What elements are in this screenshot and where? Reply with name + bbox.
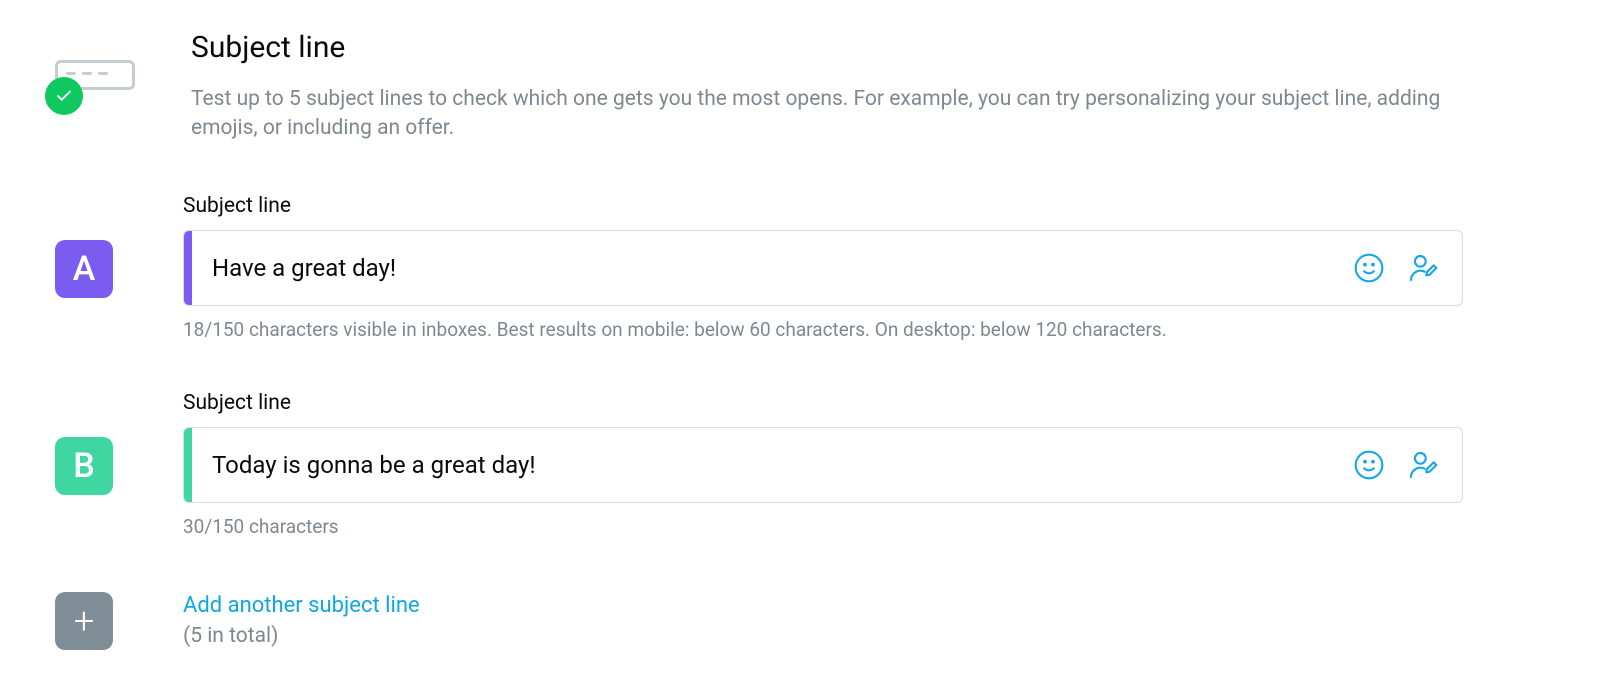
variant-badge-b: B (55, 437, 113, 495)
plus-icon: + (74, 603, 94, 639)
helper-text-b: 30/150 characters (183, 515, 1463, 538)
add-subject-sublabel: (5 in total) (183, 624, 420, 648)
emoji-icon[interactable] (1352, 251, 1386, 285)
accent-bar-a (184, 231, 192, 305)
helper-text-a: 18/150 characters visible in inboxes. Be… (183, 318, 1463, 341)
status-complete-icon (55, 60, 135, 115)
emoji-icon[interactable] (1352, 448, 1386, 482)
subject-label-a: Subject line (183, 194, 1463, 218)
subject-input-b[interactable] (192, 428, 1352, 502)
subject-input-wrap-a (183, 230, 1463, 306)
subject-label-b: Subject line (183, 391, 1463, 415)
add-subject-button[interactable]: + (55, 592, 113, 650)
add-subject-row: + Add another subject line (5 in total) (55, 592, 1560, 650)
section-title: Subject line (191, 30, 1560, 65)
accent-bar-b (184, 428, 192, 502)
variant-row-b: B Subject line 30/150 characters (55, 391, 1560, 538)
personalize-icon[interactable] (1406, 448, 1440, 482)
personalize-icon[interactable] (1406, 251, 1440, 285)
variant-badge-a: A (55, 240, 113, 298)
check-icon (45, 77, 83, 115)
section-description: Test up to 5 subject lines to check whic… (191, 85, 1501, 144)
variant-row-a: A Subject line 18/150 characters visible… (55, 194, 1560, 341)
subject-input-a[interactable] (192, 231, 1352, 305)
add-subject-link[interactable]: Add another subject line (183, 593, 420, 618)
subject-input-wrap-b (183, 427, 1463, 503)
